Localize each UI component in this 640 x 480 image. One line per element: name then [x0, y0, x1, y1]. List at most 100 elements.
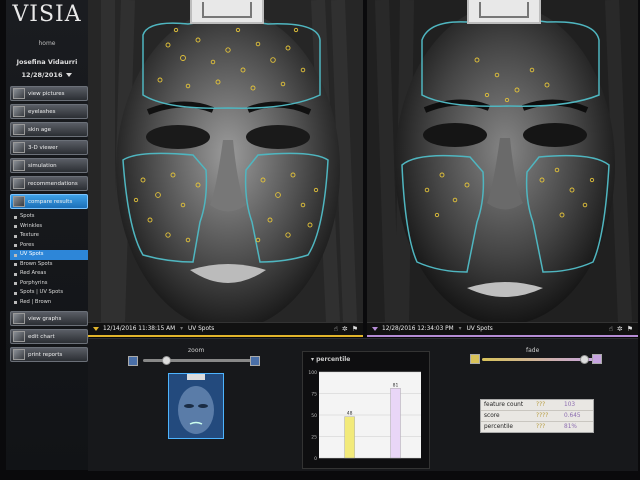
thumbnail-icon	[13, 88, 25, 99]
zoom-out-button[interactable]	[128, 356, 138, 366]
table-row: percentile ??? 81%	[481, 422, 593, 432]
menu-eyelashes[interactable]: eyelashes	[10, 104, 88, 119]
dropdown-arrow-icon[interactable]	[372, 327, 378, 331]
separator-icon: ▾	[458, 326, 462, 332]
zoom-label: zoom	[188, 347, 205, 354]
right-image-timestamp[interactable]: 12/28/2016 12:34:03 PM	[382, 326, 454, 332]
y-tick-label: 50	[311, 413, 317, 419]
zoom-slider-track[interactable]	[143, 359, 253, 362]
submenu-porphyrins[interactable]: Porphyrins	[10, 279, 88, 289]
submenu: Spots Wrinkles Texture Pores UV Spots Br…	[10, 212, 88, 307]
submenu-red-brown[interactable]: Red | Brown	[10, 298, 88, 308]
row-label: percentile	[484, 424, 513, 430]
session-date-select[interactable]: 12/28/2016	[6, 71, 88, 79]
table-row: feature count ??? 103	[481, 400, 593, 411]
main-menu: view pictures eyelashes skin age 3-D vie…	[10, 86, 88, 365]
submenu-uv-spots[interactable]: UV Spots	[10, 250, 88, 260]
right-image-mode[interactable]: UV Spots	[467, 326, 493, 332]
thumbnail-icon	[13, 178, 25, 189]
thumbnail-icon	[13, 196, 25, 207]
menu-edit-chart[interactable]: edit chart	[10, 329, 88, 344]
left-value: ????	[536, 413, 549, 419]
menu-recommendations[interactable]: recommendations	[10, 176, 88, 191]
thumbnail-icon	[13, 124, 25, 135]
menu-view-graphs[interactable]: view graphs	[10, 311, 88, 326]
hand-icon[interactable]: ☝	[609, 325, 613, 333]
flag-icon[interactable]: ⚑	[627, 325, 633, 333]
right-value: 81%	[564, 424, 577, 430]
submenu-spots[interactable]: Spots	[10, 212, 88, 222]
camera-guide-tab	[467, 0, 541, 24]
left-image-bar: 12/14/2016 11:38:15 AM ▾ UV Spots ☝ ✲ ⚑	[88, 322, 363, 337]
submenu-pores[interactable]: Pores	[10, 241, 88, 251]
fade-slider-knob[interactable]	[579, 355, 589, 364]
camera-guide-tab	[190, 0, 264, 24]
submenu-brown-spots[interactable]: Brown Spots	[10, 260, 88, 270]
fade-right-button[interactable]	[592, 354, 602, 364]
bar-value-label: 81	[393, 382, 399, 388]
left-value: ???	[536, 402, 546, 408]
sidebar: VISIA home Josefina Vidaurri 12/28/2016 …	[6, 0, 89, 470]
menu-item-label: 3-D viewer	[28, 144, 58, 151]
home-link[interactable]: home	[6, 40, 88, 47]
menu-print-reports[interactable]: print reports	[10, 347, 88, 362]
right-bar-icons: ☝ ✲ ⚑	[609, 325, 633, 333]
collapse-arrow-icon[interactable]: ▾	[311, 356, 314, 363]
right-face-image[interactable]	[367, 0, 638, 322]
percentile-chart-svg: 0 25 50 75 100 48 81	[308, 370, 421, 462]
zoom-in-button[interactable]	[250, 356, 260, 366]
menu-3d-viewer[interactable]: 3-D viewer	[10, 140, 88, 155]
submenu-red-areas[interactable]: Red Areas	[10, 269, 88, 279]
thumbnail-icon	[13, 313, 25, 324]
left-image-timestamp[interactable]: 12/14/2016 11:38:15 AM	[103, 326, 175, 332]
bar	[344, 416, 355, 459]
left-image-mode[interactable]: UV Spots	[188, 326, 214, 332]
menu-skin-age[interactable]: skin age	[10, 122, 88, 137]
submenu-texture[interactable]: Texture	[10, 231, 88, 241]
hand-icon[interactable]: ☝	[334, 325, 338, 333]
flag-icon[interactable]: ⚑	[352, 325, 358, 333]
settings-icon[interactable]: ✲	[342, 325, 348, 333]
percentile-title: ▾ percentile	[311, 356, 350, 363]
bar	[390, 388, 401, 459]
right-face-illustration	[367, 0, 638, 322]
menu-item-label: compare results	[28, 198, 73, 205]
menu-simulation[interactable]: simulation	[10, 158, 88, 173]
zoom-navigator-thumbnail[interactable]	[168, 373, 224, 439]
separator-icon: ▾	[180, 326, 184, 332]
left-face-image[interactable]	[88, 0, 363, 322]
dropdown-arrow-icon[interactable]	[93, 327, 99, 331]
fade-slider-track[interactable]	[482, 358, 594, 361]
menu-item-label: skin age	[28, 126, 52, 133]
left-bar-icons: ☝ ✲ ⚑	[334, 325, 358, 333]
right-value: 103	[564, 402, 576, 408]
zoom-slider-knob[interactable]	[162, 356, 171, 365]
app-logo: VISIA	[12, 2, 82, 27]
menu-item-label: recommendations	[28, 180, 78, 187]
row-label: score	[484, 413, 500, 419]
menu-compare-results[interactable]: compare results	[10, 194, 88, 209]
thumbnail-icon	[13, 106, 25, 117]
row-label: feature count	[484, 402, 524, 408]
menu-item-label: view graphs	[28, 315, 62, 322]
thumbnail-icon	[13, 349, 25, 360]
menu-view-pictures[interactable]: view pictures	[10, 86, 88, 101]
settings-icon[interactable]: ✲	[617, 325, 623, 333]
analysis-panel: zoom 0 25 50 75 100 48 81 ▾ percentile fade fe…	[88, 338, 638, 471]
y-tick-label: 100	[308, 370, 317, 376]
right-value: 0.645	[564, 413, 581, 419]
thumbnail-icon	[13, 142, 25, 153]
submenu-spots-uv-spots[interactable]: Spots | UV Spots	[10, 288, 88, 298]
fade-left-button[interactable]	[470, 354, 480, 364]
percentile-chart: 0 25 50 75 100 48 81 ▾ percentile	[302, 351, 430, 469]
menu-item-label: print reports	[28, 351, 63, 358]
left-face-illustration	[88, 0, 363, 322]
thumbnail-icon	[13, 160, 25, 171]
session-date-text: 12/28/2016	[21, 71, 63, 79]
percentile-title-text: percentile	[316, 356, 351, 363]
table-row: score ???? 0.645	[481, 411, 593, 422]
submenu-wrinkles[interactable]: Wrinkles	[10, 222, 88, 232]
bar-value-label: 48	[347, 411, 353, 417]
menu-item-label: view pictures	[28, 90, 65, 97]
menu-item-label: edit chart	[28, 333, 55, 340]
